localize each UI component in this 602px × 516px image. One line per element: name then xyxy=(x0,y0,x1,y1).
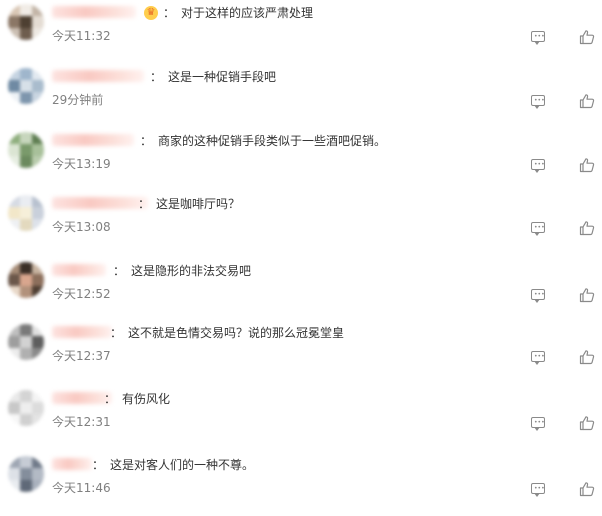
comment-text: ： 这是对客人们的一种不尊。 xyxy=(92,457,254,473)
username-blurred[interactable] xyxy=(52,392,112,404)
comment-body: 这不就是色情交易吗？说的那么冠冕堂皇 xyxy=(128,326,345,340)
comment-icon[interactable]: ••• xyxy=(531,417,545,431)
reply-tail xyxy=(534,361,540,365)
thumbs-up-icon[interactable] xyxy=(579,481,595,497)
comment-text: ： 有伤风化 xyxy=(104,391,170,407)
reply-tail xyxy=(534,105,540,109)
comment-body: 有伤风化 xyxy=(122,392,171,406)
username-blurred[interactable] xyxy=(52,197,148,209)
thumbs-up-icon[interactable] xyxy=(579,349,595,365)
avatar[interactable] xyxy=(8,262,44,298)
comment-icon[interactable]: ••• xyxy=(531,483,545,497)
comment-text: ： 这不就是色情交易吗？说的那么冠冕堂皇 xyxy=(110,325,344,341)
username-blurred[interactable] xyxy=(52,134,134,146)
comment-text: ： 这是咖啡厅吗？ xyxy=(138,196,240,212)
comment-item: ： 这是对客人们的一种不尊。今天11:46 ••• xyxy=(0,452,602,516)
avatar[interactable] xyxy=(8,132,44,168)
comment-time: 29分钟前 xyxy=(52,93,104,107)
comment-icon[interactable]: ••• xyxy=(531,289,545,303)
comment-item: ： 商家的这种促销手段类似于一些酒吧促销。今天13:19 ••• xyxy=(0,128,602,192)
username-blurred[interactable] xyxy=(52,326,112,338)
comment-time: 今天11:46 xyxy=(52,481,111,495)
avatar[interactable] xyxy=(8,324,44,360)
thumbs-up-icon[interactable] xyxy=(579,157,595,173)
comment-body: 这是隐形的非法交易吧 xyxy=(131,264,252,278)
comment-body: 这是咖啡厅吗？ xyxy=(156,197,241,211)
name-separator: ： xyxy=(113,264,126,278)
comment-time: 今天11:32 xyxy=(52,29,111,43)
reply-tail xyxy=(534,493,540,497)
comment-item: ： 有伤风化 今天12:31 ••• xyxy=(0,386,602,450)
comment-body: 这是一种促销手段吧 xyxy=(168,70,277,84)
thumbs-up-icon[interactable] xyxy=(579,220,595,236)
reply-tail xyxy=(534,427,540,431)
username-blurred[interactable] xyxy=(52,458,92,470)
name-separator: ： xyxy=(104,392,117,406)
comment-item: ： 这不就是色情交易吗？说的那么冠冕堂皇今天12:37 ••• xyxy=(0,320,602,384)
reply-dots: ••• xyxy=(534,485,545,492)
avatar[interactable] xyxy=(8,68,44,104)
comment-body: 这是对客人们的一种不尊。 xyxy=(110,458,255,472)
comment-item: ： 这是隐形的非法交易吧今天12:52 ••• xyxy=(0,258,602,322)
reply-dots: ••• xyxy=(534,291,545,298)
name-separator: ： xyxy=(150,70,163,84)
comment-time: 今天12:52 xyxy=(52,287,111,301)
name-separator: ： xyxy=(110,326,123,340)
reply-tail xyxy=(534,169,540,173)
avatar[interactable] xyxy=(8,195,44,231)
comment-text: ： 对于这样的应该严肃处理 xyxy=(163,5,313,21)
comment-time: 今天12:37 xyxy=(52,349,111,363)
username-blurred[interactable] xyxy=(52,70,144,82)
reply-tail xyxy=(534,299,540,303)
comment-item: ♛ ： 对于这样的应该严肃处理今天11:32 ••• xyxy=(0,0,602,64)
comment-time: 今天12:31 xyxy=(52,415,111,429)
comment-time: 今天13:08 xyxy=(52,220,111,234)
comment-item: ： 这是咖啡厅吗？ 今天13:08 ••• xyxy=(0,191,602,255)
comment-icon[interactable]: ••• xyxy=(531,95,545,109)
comment-icon[interactable]: ••• xyxy=(531,31,545,45)
name-separator: ： xyxy=(163,6,176,20)
reply-dots: ••• xyxy=(534,353,545,360)
crown-icon: ♛ xyxy=(144,6,158,20)
comment-time: 今天13:19 xyxy=(52,157,111,171)
comment-body: 对于这样的应该严肃处理 xyxy=(181,6,314,20)
username-blurred[interactable] xyxy=(52,6,136,18)
thumbs-up-icon[interactable] xyxy=(579,415,595,431)
username-blurred[interactable] xyxy=(52,264,106,276)
comment-icon[interactable]: ••• xyxy=(531,351,545,365)
name-separator: ： xyxy=(92,458,105,472)
reply-dots: ••• xyxy=(534,33,545,40)
reply-tail xyxy=(534,41,540,45)
comment-text: ： 商家的这种促销手段类似于一些酒吧促销。 xyxy=(140,133,386,149)
thumbs-up-icon[interactable] xyxy=(579,93,595,109)
reply-dots: ••• xyxy=(534,419,545,426)
reply-dots: ••• xyxy=(534,97,545,104)
avatar[interactable] xyxy=(8,456,44,492)
avatar[interactable] xyxy=(8,390,44,426)
reply-dots: ••• xyxy=(534,161,545,168)
comment-icon[interactable]: ••• xyxy=(531,159,545,173)
comment-body: 商家的这种促销手段类似于一些酒吧促销。 xyxy=(158,134,387,148)
avatar[interactable] xyxy=(8,4,44,40)
thumbs-up-icon[interactable] xyxy=(579,29,595,45)
name-separator: ： xyxy=(140,134,153,148)
thumbs-up-icon[interactable] xyxy=(579,287,595,303)
comment-text: ： 这是一种促销手段吧 xyxy=(150,69,276,85)
name-separator: ： xyxy=(138,197,151,211)
comment-item: ： 这是一种促销手段吧 29分钟前 ••• xyxy=(0,64,602,128)
reply-dots: ••• xyxy=(534,224,545,231)
reply-tail xyxy=(534,232,540,236)
comment-text: ： 这是隐形的非法交易吧 xyxy=(113,263,251,279)
comment-icon[interactable]: ••• xyxy=(531,222,545,236)
